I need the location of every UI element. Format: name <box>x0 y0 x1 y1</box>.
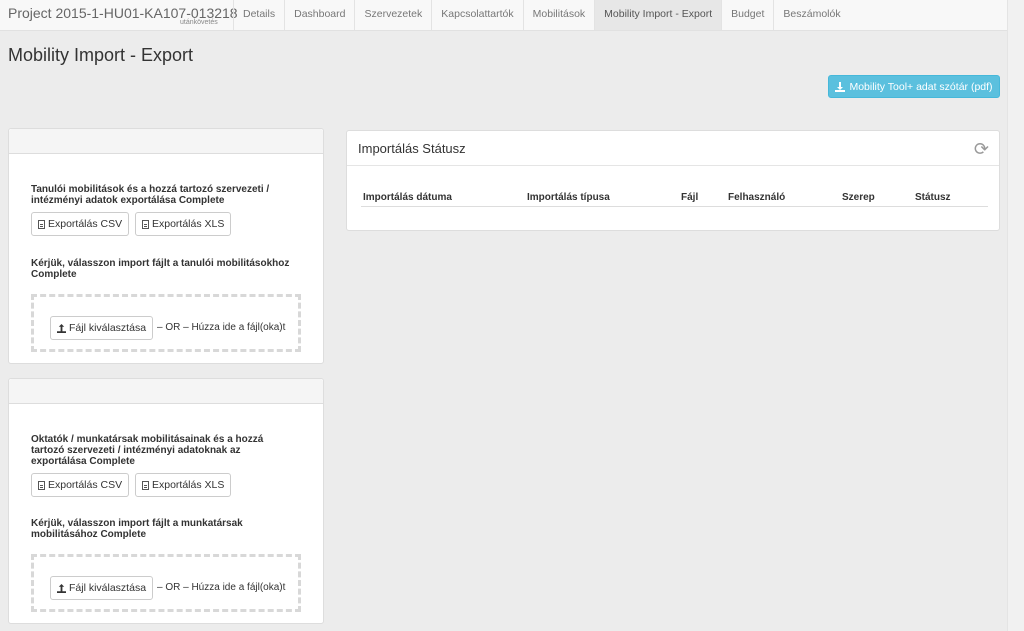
col-file[interactable]: Fájl <box>681 192 698 203</box>
student-export-csv-label: Exportálás CSV <box>48 218 123 230</box>
page-scrollbar[interactable] <box>1007 0 1024 631</box>
col-role[interactable]: Szerep <box>842 192 875 203</box>
staff-export-csv-button[interactable]: Exportálás CSV <box>31 473 130 497</box>
upload-icon <box>57 583 66 593</box>
staff-choose-file-button[interactable]: Fájl kiválasztása <box>50 576 154 600</box>
staff-dropzone[interactable]: Fájl kiválasztása – OR – Húzza ide a fáj… <box>31 554 301 612</box>
tab-budget[interactable]: Budget <box>721 0 773 30</box>
tab-szervezetek[interactable]: Szervezetek <box>354 0 431 30</box>
tab-dashboard[interactable]: Dashboard <box>284 0 354 30</box>
project-subtitle: utánkövetés <box>180 19 218 26</box>
dictionary-download-label: Mobility Tool+ adat szótár (pdf) <box>849 80 993 93</box>
tab-mobilitasok[interactable]: Mobilitások <box>522 0 595 30</box>
panel-heading <box>9 129 323 154</box>
status-title: Importálás Státusz <box>358 141 466 156</box>
staff-export-xls-button[interactable]: Exportálás XLS <box>135 473 232 497</box>
dictionary-download-button[interactable]: Mobility Tool+ adat szótár (pdf) <box>828 75 1000 98</box>
student-choose-file-button[interactable]: Fájl kiválasztása <box>50 316 154 340</box>
student-export-xls-button[interactable]: Exportálás XLS <box>135 212 232 236</box>
staff-drop-hint: – OR – Húzza ide a fájl(oka)t <box>157 582 286 593</box>
tab-mobility-import-export[interactable]: Mobility Import - Export <box>594 0 722 30</box>
tab-beszamolok[interactable]: Beszámolók <box>773 0 849 30</box>
student-drop-hint: – OR – Húzza ide a fájl(oka)t <box>157 322 286 333</box>
status-panel-heading: Importálás Státusz ⟳ <box>347 131 999 166</box>
staff-export-xls-label: Exportálás XLS <box>152 479 225 491</box>
student-export-text: Tanulói mobilitások és a hozzá tartozó s… <box>31 184 270 206</box>
panel-heading <box>9 379 323 404</box>
tab-details[interactable]: Details <box>233 0 284 30</box>
file-icon <box>38 219 45 229</box>
staff-export-csv-label: Exportálás CSV <box>48 479 123 491</box>
table-header-divider <box>361 206 988 207</box>
col-status[interactable]: Státusz <box>915 192 951 203</box>
file-icon <box>142 480 149 490</box>
file-icon <box>38 480 45 490</box>
import-status-panel: Importálás Státusz ⟳ Importálás dátuma I… <box>346 130 1000 231</box>
top-navbar: Project 2015-1-HU01-KA107-013218 utánköv… <box>0 0 1008 31</box>
staff-export-text: Oktatók / munkatársak mobilitásainak és … <box>31 434 264 467</box>
col-import-type[interactable]: Importálás típusa <box>527 192 610 203</box>
staff-choose-file-label: Fájl kiválasztása <box>69 582 147 594</box>
student-import-text: Kérjük, válasszon import fájlt a tanulói… <box>31 258 290 280</box>
student-export-csv-button[interactable]: Exportálás CSV <box>31 212 130 236</box>
upload-icon <box>57 323 66 333</box>
staff-import-text: Kérjük, válasszon import fájlt a munkatá… <box>31 518 243 540</box>
refresh-icon[interactable]: ⟳ <box>974 139 989 160</box>
staff-mobility-panel: Oktatók / munkatársak mobilitásainak és … <box>8 378 324 624</box>
student-mobility-panel: Tanulói mobilitások és a hozzá tartozó s… <box>8 128 324 364</box>
tab-kapcsolattartok[interactable]: Kapcsolattartók <box>431 0 522 30</box>
student-choose-file-label: Fájl kiválasztása <box>69 322 147 334</box>
nav-tabs: Details Dashboard Szervezetek Kapcsolatt… <box>233 0 850 30</box>
col-import-date[interactable]: Importálás dátuma <box>363 192 452 203</box>
download-icon <box>835 81 846 92</box>
student-dropzone[interactable]: Fájl kiválasztása – OR – Húzza ide a fáj… <box>31 294 301 352</box>
student-export-xls-label: Exportálás XLS <box>152 218 225 230</box>
file-icon <box>142 219 149 229</box>
page-title: Mobility Import - Export <box>8 45 194 65</box>
col-user[interactable]: Felhasználó <box>728 192 785 203</box>
